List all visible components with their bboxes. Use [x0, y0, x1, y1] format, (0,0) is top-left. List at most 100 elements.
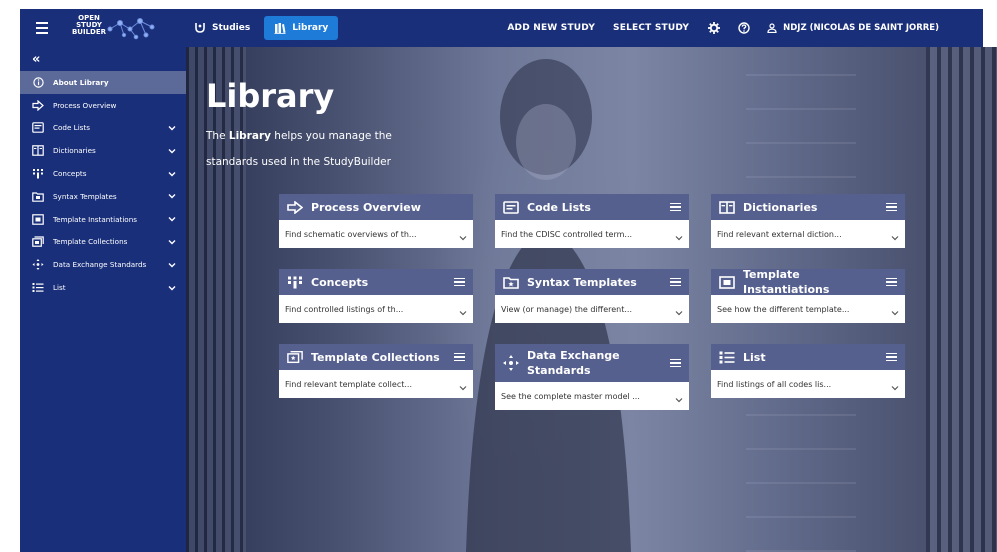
chevron-down-icon[interactable] — [675, 234, 683, 242]
chevron-down-icon[interactable] — [459, 309, 467, 317]
page-title: Library — [206, 77, 335, 115]
card-header[interactable]: List — [711, 344, 905, 370]
collection-icon — [32, 236, 44, 248]
chevron-down-icon — [168, 148, 176, 154]
nav-studies-button[interactable]: Studies — [184, 16, 260, 40]
chevron-down-icon[interactable] — [891, 309, 899, 317]
intro-text: The Library helps you manage the standar… — [206, 130, 392, 168]
bookshelf-right-background — [926, 47, 997, 552]
app-logo[interactable]: OPEN STUDY BUILDER — [70, 13, 162, 43]
sidebar-item-about-library[interactable]: About Library — [20, 71, 186, 94]
chevron-down-icon[interactable] — [459, 384, 467, 392]
data-exchange-icon — [503, 355, 519, 371]
card-template-collections: Template Collections Find relevant templ… — [279, 344, 473, 398]
card-description[interactable]: See how the different template... — [711, 295, 905, 323]
dictionary-icon — [32, 145, 44, 157]
chevron-down-icon — [168, 125, 176, 131]
sidebar-item-list[interactable]: List — [20, 276, 186, 299]
menu-icon[interactable] — [886, 202, 897, 212]
menu-icon[interactable] — [670, 202, 681, 212]
sidebar-item-code-lists[interactable]: Code Lists — [20, 117, 186, 140]
library-icon — [274, 23, 286, 34]
chevron-down-icon — [168, 285, 176, 291]
card-header[interactable]: Template Collections — [279, 344, 473, 370]
user-icon — [767, 23, 777, 33]
template-icon — [32, 190, 44, 202]
settings-gear-icon[interactable] — [707, 21, 721, 35]
sidebar-item-dictionaries[interactable]: Dictionaries — [20, 139, 186, 162]
card-description[interactable]: Find schematic overviews of th... — [279, 220, 473, 248]
menu-icon[interactable] — [886, 277, 897, 287]
template-icon — [503, 275, 519, 289]
instantiation-icon — [32, 213, 44, 225]
main-content: Library The Library helps you manage the… — [186, 47, 997, 552]
chevron-down-icon[interactable] — [459, 234, 467, 242]
chevron-down-icon[interactable] — [891, 384, 899, 392]
card-dictionaries: Dictionaries Find relevant external dict… — [711, 194, 905, 248]
collection-icon — [287, 350, 303, 364]
sidebar-item-syntax-templates[interactable]: Syntax Templates — [20, 185, 186, 208]
concepts-icon — [287, 275, 303, 289]
card-description[interactable]: Find listings of all codes lis... — [711, 370, 905, 398]
card-header[interactable]: Process Overview — [279, 194, 473, 220]
card-description[interactable]: View (or manage) the different... — [495, 295, 689, 323]
molecule-icon — [107, 18, 155, 40]
chevron-down-icon[interactable] — [891, 234, 899, 242]
card-header[interactable]: Syntax Templates — [495, 269, 689, 295]
sidebar-item-process-overview[interactable]: Process Overview — [20, 94, 186, 117]
chevron-down-icon — [168, 194, 176, 199]
menu-icon[interactable] — [670, 358, 681, 368]
card-concepts: Concepts Find controlled listings of th.… — [279, 269, 473, 323]
card-header[interactable]: Data Exchange Standards — [495, 344, 689, 382]
select-study-button[interactable]: SELECT STUDY — [613, 23, 689, 33]
menu-icon[interactable] — [670, 277, 681, 287]
card-description[interactable]: See the complete master model ... — [495, 382, 689, 410]
card-list: List Find listings of all codes lis... — [711, 344, 905, 398]
help-icon[interactable] — [737, 21, 751, 35]
top-app-bar: OPEN STUDY BUILDER Studies Library ADD N… — [20, 9, 983, 47]
menu-icon[interactable] — [454, 277, 465, 287]
studies-icon — [195, 23, 205, 33]
sidebar-item-template-instantiations[interactable]: Template Instantiations — [20, 208, 186, 231]
add-new-study-button[interactable]: ADD NEW STUDY — [507, 23, 595, 33]
chevron-down-icon — [168, 262, 176, 268]
sidebar-item-data-exchange-standards[interactable]: Data Exchange Standards — [20, 253, 186, 276]
list-icon — [32, 282, 44, 294]
card-description[interactable]: Find controlled listings of th... — [279, 295, 473, 323]
card-description[interactable]: Find the CDISC controlled term... — [495, 220, 689, 248]
card-description[interactable]: Find relevant external diction... — [711, 220, 905, 248]
card-header[interactable]: Template Instantiations — [711, 268, 905, 296]
menu-icon[interactable] — [886, 352, 897, 362]
nav-library-button[interactable]: Library — [264, 16, 339, 40]
chevron-down-icon[interactable] — [675, 309, 683, 317]
card-template-instantiations: Template Instantiations See how the diff… — [711, 268, 905, 323]
sidebar-item-concepts[interactable]: Concepts — [20, 162, 186, 185]
arrow-right-icon — [287, 200, 303, 214]
menu-icon[interactable] — [454, 352, 465, 362]
chevron-down-icon — [168, 217, 176, 222]
card-code-lists: Code Lists Find the CDISC controlled ter… — [495, 194, 689, 248]
card-header[interactable]: Dictionaries — [711, 194, 905, 220]
instantiation-icon — [719, 275, 735, 289]
sidebar-item-template-collections[interactable]: Template Collections — [20, 231, 186, 254]
list-icon — [719, 350, 735, 364]
info-icon — [32, 76, 44, 88]
chevron-down-icon[interactable] — [675, 396, 683, 404]
sidebar: « About Library Process Overview Code Li… — [20, 47, 186, 552]
card-header[interactable]: Code Lists — [495, 194, 689, 220]
menu-icon[interactable] — [30, 22, 54, 34]
concepts-icon — [32, 168, 44, 180]
card-description[interactable]: Find relevant template collect... — [279, 370, 473, 398]
collapse-sidebar-icon[interactable]: « — [20, 47, 186, 71]
chevron-down-icon — [168, 171, 176, 177]
card-data-exchange-standards: Data Exchange Standards See the complete… — [495, 344, 689, 410]
data-exchange-icon — [32, 259, 44, 271]
code-list-icon — [32, 122, 44, 134]
chevron-down-icon — [168, 239, 176, 245]
code-list-icon — [503, 200, 519, 214]
dictionary-icon — [719, 200, 735, 214]
user-menu[interactable]: NDJZ (NICOLAS DE SAINT JORRE) — [767, 23, 939, 33]
arrow-right-icon — [32, 99, 44, 111]
card-header[interactable]: Concepts — [279, 269, 473, 295]
card-syntax-templates: Syntax Templates View (or manage) the di… — [495, 269, 689, 323]
